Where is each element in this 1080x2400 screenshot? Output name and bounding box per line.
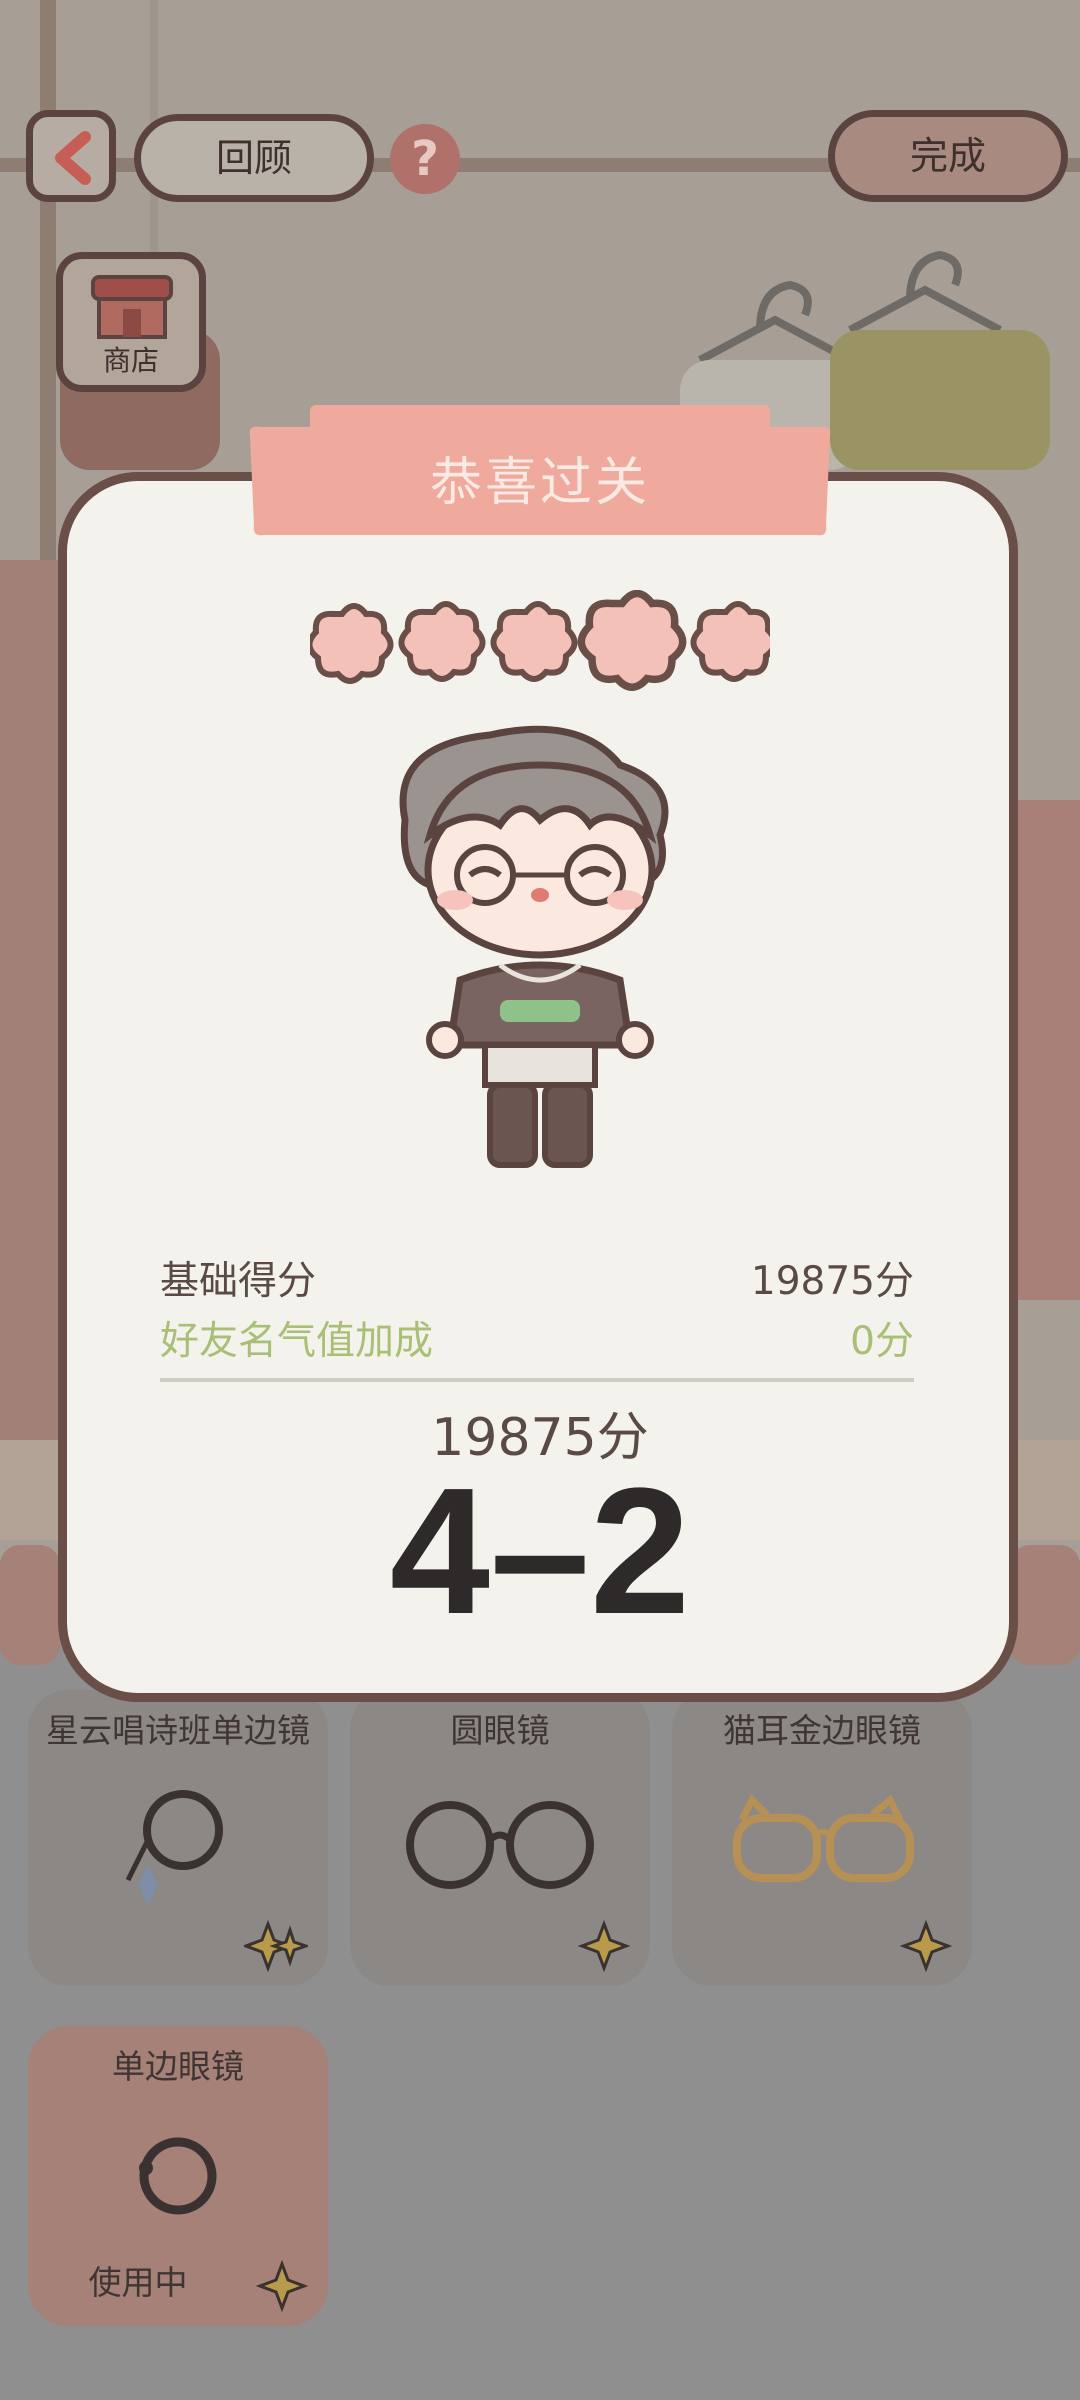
dialog-title: 恭喜过关 xyxy=(429,453,650,513)
divider xyxy=(160,1378,914,1382)
shop-label: 商店 xyxy=(102,344,159,377)
star-rating xyxy=(310,590,770,691)
chibi-character xyxy=(399,725,669,1168)
friend-bonus-label: 好友名气值加成 xyxy=(160,1319,434,1364)
flower-star-icon xyxy=(577,590,687,691)
item-name: 星云唱诗班单边镜 xyxy=(46,1711,310,1750)
done-button[interactable]: 完成 xyxy=(828,110,1068,202)
shop-icon xyxy=(91,275,173,339)
sparkle-icon xyxy=(900,1920,952,1972)
item-card-cat-ear-glasses[interactable]: 猫耳金边眼镜 xyxy=(672,1690,972,1986)
back-button[interactable] xyxy=(26,110,116,202)
base-score-row: 基础得分 19875分 xyxy=(160,1250,914,1306)
shop-button[interactable]: 商店 xyxy=(56,252,206,392)
flower-star-icon xyxy=(490,601,578,682)
help-button[interactable]: ? xyxy=(390,124,460,194)
base-score-label: 基础得分 xyxy=(160,1259,317,1304)
review-button[interactable]: 回顾 xyxy=(134,114,374,202)
friend-bonus-row: 好友名气值加成 0分 xyxy=(160,1310,914,1366)
sparkle-icon xyxy=(256,2260,308,2312)
sparkle-icon xyxy=(244,1920,308,1972)
monocle-icon xyxy=(139,2137,217,2215)
base-score-value: 19875分 xyxy=(750,1259,914,1304)
flower-star-icon xyxy=(398,601,486,682)
chevron-left-icon xyxy=(55,131,91,185)
cat-ear-glasses-icon xyxy=(733,1794,914,1882)
flower-star-icon xyxy=(310,603,394,684)
round-glasses-icon xyxy=(406,1801,594,1889)
item-name: 单边眼镜 xyxy=(112,2047,244,2086)
item-name: 圆眼镜 xyxy=(450,1711,550,1750)
flower-star-icon xyxy=(690,601,770,682)
level-number: 4–2 xyxy=(389,1451,691,1652)
item-card-nebula-monocle[interactable]: 星云唱诗班单边镜 xyxy=(28,1690,328,1986)
friend-bonus-value: 0分 xyxy=(850,1319,914,1364)
in-use-status: 使用中 xyxy=(88,2263,188,2302)
sparkle-icon xyxy=(578,1920,630,1972)
item-card-monocle[interactable]: 单边眼镜 使用中 xyxy=(28,2026,328,2326)
item-name: 猫耳金边眼镜 xyxy=(723,1711,921,1750)
monocle-chain-icon xyxy=(125,1790,223,1905)
item-card-round-glasses[interactable]: 圆眼镜 xyxy=(350,1690,650,1986)
